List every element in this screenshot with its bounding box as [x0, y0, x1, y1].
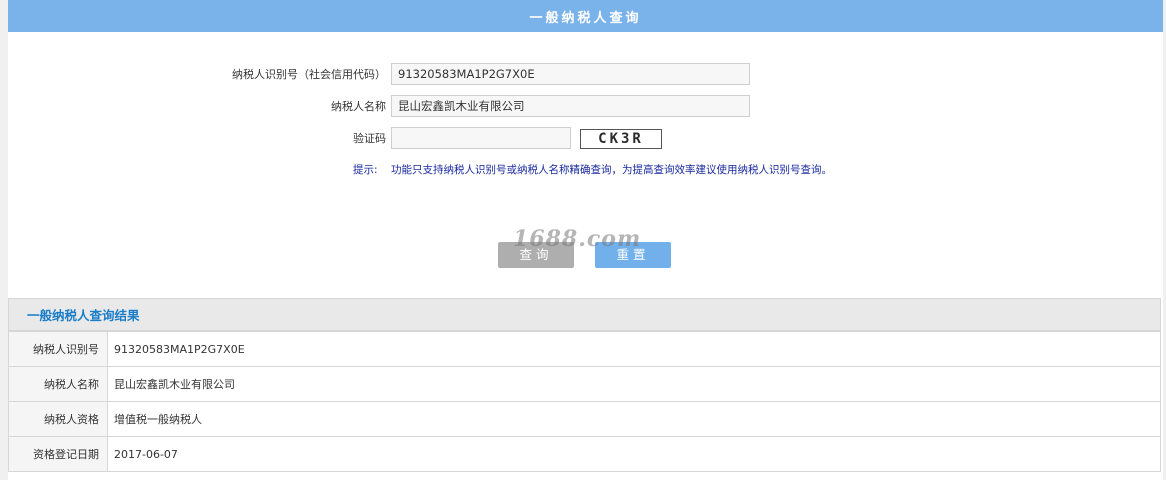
content-panel: 一般纳税人查询 纳税人识别号（社会信用代码） 纳税人名称 验证码 CK3R 提示… [8, 0, 1163, 480]
taxpayer-name-label: 纳税人名称 [331, 100, 386, 113]
query-button[interactable]: 查询 [498, 242, 574, 268]
table-row: 纳税人识别号 91320583MA1P2G7X0E [8, 331, 1161, 367]
taxpayer-id-label: 纳税人识别号（社会信用代码） [232, 68, 386, 81]
result-value: 增值税一般纳税人 [107, 401, 1161, 437]
result-label: 纳税人资格 [8, 401, 108, 437]
result-title: 一般纳税人查询结果 [8, 298, 1161, 331]
page-title: 一般纳税人查询 [8, 0, 1163, 32]
table-row: 资格登记日期 2017-06-07 [8, 436, 1161, 472]
taxpayer-id-input[interactable] [391, 63, 750, 85]
table-row: 纳税人资格 增值税一般纳税人 [8, 401, 1161, 437]
result-label: 纳税人名称 [8, 366, 108, 402]
taxpayer-id-row: 纳税人识别号（社会信用代码） [8, 63, 386, 87]
reset-button[interactable]: 重置 [595, 242, 671, 268]
taxpayer-name-input[interactable] [391, 95, 750, 117]
taxpayer-name-row: 纳税人名称 [8, 95, 386, 119]
captcha-input[interactable] [391, 127, 571, 149]
result-value: 91320583MA1P2G7X0E [107, 331, 1161, 367]
captcha-row: 验证码 [8, 127, 386, 151]
result-label: 纳税人识别号 [8, 331, 108, 367]
tip-label: 提示: [353, 164, 378, 176]
captcha-label: 验证码 [353, 132, 386, 145]
page-frame: 一般纳税人查询 纳税人识别号（社会信用代码） 纳税人名称 验证码 CK3R 提示… [0, 0, 1166, 480]
tip-text: 功能只支持纳税人识别号或纳税人名称精确查询，为提高查询效率建议使用纳税人识别号查… [391, 164, 832, 176]
result-table: 纳税人识别号 91320583MA1P2G7X0E 纳税人名称 昆山宏鑫凯木业有… [8, 331, 1161, 472]
result-value: 2017-06-07 [107, 436, 1161, 472]
result-label: 资格登记日期 [8, 436, 108, 472]
captcha-image[interactable]: CK3R [580, 129, 662, 149]
result-value: 昆山宏鑫凯木业有限公司 [107, 366, 1161, 402]
table-row: 纳税人名称 昆山宏鑫凯木业有限公司 [8, 366, 1161, 402]
